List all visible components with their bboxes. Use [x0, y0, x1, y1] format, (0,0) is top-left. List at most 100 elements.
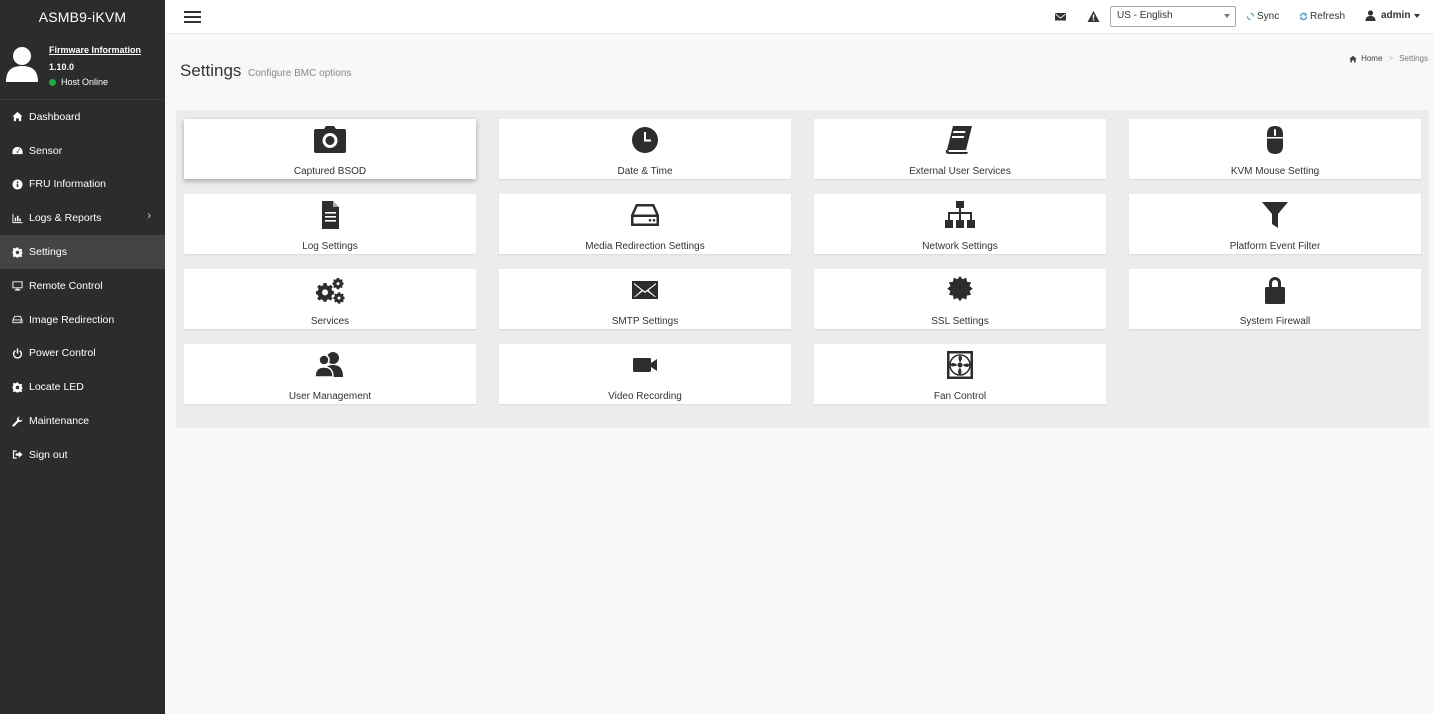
sync-button[interactable]: Sync [1246, 11, 1279, 22]
fan-icon [947, 351, 973, 379]
sync-icon [1246, 12, 1255, 21]
language-select[interactable]: US - English [1110, 6, 1236, 27]
sidebar-item-label: Dashboard [29, 110, 81, 123]
tile-system-firewall[interactable]: System Firewall [1129, 269, 1421, 329]
sidebar-item-settings[interactable]: Settings [0, 235, 165, 269]
tile-services[interactable]: Services [184, 269, 476, 329]
tile-label: Fan Control [933, 391, 987, 402]
tile-label: Log Settings [302, 241, 358, 252]
tile-kvm-mouse-setting[interactable]: KVM Mouse Setting [1129, 119, 1421, 179]
tile-media-redirection-settings[interactable]: Media Redirection Settings [499, 194, 791, 254]
tile-smtp-settings[interactable]: SMTP Settings [499, 269, 791, 329]
envelope-icon[interactable] [1054, 10, 1067, 23]
sidebar-item-label: Sign out [29, 448, 68, 461]
mouse-icon [1267, 126, 1283, 154]
camera-icon [314, 126, 346, 153]
sidebar: ASMB9-iKVM Firmware Information 1.10.0 H… [0, 0, 165, 714]
chevron-right-icon: › [147, 210, 151, 223]
sidebar-item-logs-reports[interactable]: Logs & Reports › [0, 201, 165, 235]
book-icon [945, 126, 972, 154]
tile-user-management[interactable]: User Management [184, 344, 476, 404]
tile-label: System Firewall [1239, 316, 1311, 327]
tile-label: Platform Event Filter [1229, 241, 1321, 252]
sidebar-item-label: Image Redirection [29, 313, 115, 326]
hdd-icon [631, 204, 659, 226]
tile-label: KVM Mouse Setting [1230, 166, 1320, 177]
tile-log-settings[interactable]: Log Settings [184, 194, 476, 254]
sidebar-item-sign-out[interactable]: Sign out [0, 438, 165, 472]
home-icon [1349, 55, 1357, 62]
tile-captured-bsod[interactable]: Captured BSOD [184, 119, 476, 179]
drive-icon [11, 314, 23, 326]
sidebar-item-remote-control[interactable]: Remote Control [0, 269, 165, 303]
sitemap-icon [945, 201, 975, 228]
sidebar-item-label: Power Control [29, 347, 96, 360]
host-status: Host Online [49, 77, 108, 87]
warning-icon[interactable] [1087, 10, 1100, 23]
tile-label: User Management [288, 391, 372, 402]
gear-icon [11, 246, 23, 258]
sidebar-item-maintenance[interactable]: Maintenance [0, 404, 165, 438]
sidebar-item-image-redirection[interactable]: Image Redirection [0, 303, 165, 337]
tile-label: SSL Settings [931, 316, 989, 327]
lock-icon [1265, 277, 1285, 304]
sidebar-item-label: Maintenance [29, 415, 90, 428]
sign-out-icon [11, 449, 23, 461]
language-select-value: US - English [1117, 10, 1173, 21]
settings-panel: Captured BSOD Date & Time External User … [176, 110, 1429, 428]
document-icon [322, 201, 339, 229]
breadcrumb-home-link[interactable]: Home [1361, 54, 1382, 63]
page-title: Settings [180, 61, 242, 80]
tile-date-time[interactable]: Date & Time [499, 119, 791, 179]
sidebar-item-dashboard[interactable]: Dashboard [0, 100, 165, 134]
sync-label: Sync [1257, 11, 1280, 22]
envelope-icon [632, 281, 658, 299]
video-camera-icon [633, 358, 657, 372]
user-menu-label: admin [1381, 10, 1411, 21]
tile-label: Media Redirection Settings [585, 241, 705, 252]
tile-label: Captured BSOD [293, 166, 367, 177]
page-subtitle: Configure BMC options [248, 68, 352, 79]
tile-video-recording[interactable]: Video Recording [499, 344, 791, 404]
tile-ssl-settings[interactable]: SSL Settings [814, 269, 1106, 329]
sidebar-item-label: Logs & Reports [29, 212, 102, 225]
user-menu[interactable]: admin [1365, 10, 1421, 21]
clock-icon [632, 127, 658, 153]
wrench-icon [11, 415, 23, 427]
chevron-down-icon [1224, 14, 1230, 18]
user-panel: Firmware Information 1.10.0 Host Online [0, 34, 165, 100]
breadcrumb: Home > Settings [1349, 54, 1428, 63]
tile-fan-control[interactable]: Fan Control [814, 344, 1106, 404]
sidebar-item-label: FRU Information [29, 178, 107, 191]
tile-platform-event-filter[interactable]: Platform Event Filter [1129, 194, 1421, 254]
sidebar-item-label: Settings [29, 246, 67, 259]
tile-label: External User Services [909, 166, 1011, 177]
user-avatar-icon [6, 47, 38, 82]
tile-network-settings[interactable]: Network Settings [814, 194, 1106, 254]
sidebar-item-power-control[interactable]: Power Control [0, 337, 165, 371]
tile-label: Network Settings [922, 241, 998, 252]
status-dot-icon [49, 78, 56, 86]
tile-label: Services [310, 316, 350, 327]
firmware-version: 1.10.0 [49, 62, 75, 72]
tile-label: SMTP Settings [611, 316, 679, 327]
breadcrumb-current: Settings [1399, 54, 1428, 63]
hamburger-menu-icon[interactable] [184, 11, 201, 23]
users-icon [314, 352, 343, 378]
chevron-down-icon [1414, 13, 1421, 18]
power-icon [11, 347, 23, 359]
certificate-icon [947, 276, 973, 302]
user-icon [1365, 10, 1376, 21]
sidebar-item-sensor[interactable]: Sensor [0, 134, 165, 168]
sidebar-item-locate-led[interactable]: Locate LED [0, 370, 165, 404]
bar-chart-icon [11, 212, 23, 224]
refresh-button[interactable]: Refresh [1299, 11, 1345, 22]
sidebar-item-fru-information[interactable]: FRU Information [0, 168, 165, 202]
tile-label: Video Recording [608, 391, 682, 402]
breadcrumb-separator: > [1388, 54, 1394, 63]
firmware-info-link[interactable]: Firmware Information [49, 45, 141, 55]
tile-external-user-services[interactable]: External User Services [814, 119, 1106, 179]
host-status-text: Host Online [61, 77, 109, 87]
info-icon [11, 178, 23, 190]
dashboard-icon [11, 145, 23, 157]
